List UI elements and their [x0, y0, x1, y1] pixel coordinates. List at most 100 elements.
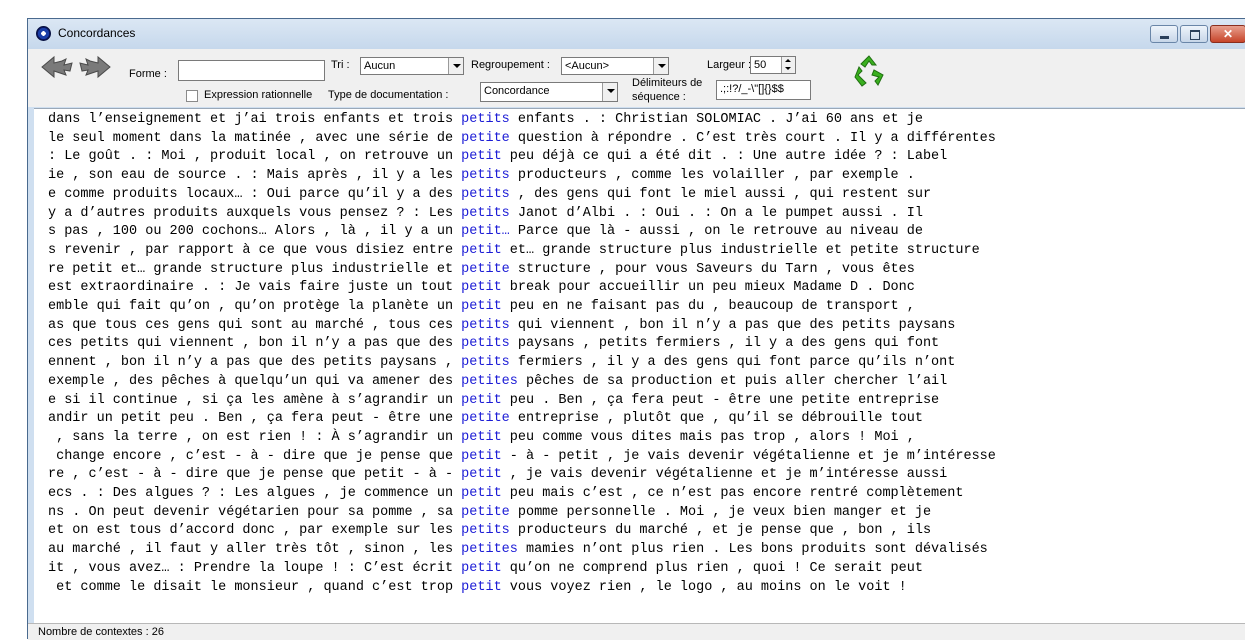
minimize-button[interactable]	[1150, 25, 1178, 43]
concordance-line[interactable]: , sans la terre , on est rien ! : À s’ag…	[48, 429, 915, 446]
right-context: qu’on ne comprend plus rien , quoi ! Ce …	[501, 560, 923, 576]
concordance-line[interactable]: est extraordinaire . : Je vais faire jus…	[48, 279, 915, 296]
concordance-line[interactable]: re petit et… grande structure plus indus…	[48, 261, 915, 278]
forme-input[interactable]	[178, 60, 325, 81]
right-context: peu . Ben , ça fera peut - être une peti…	[501, 392, 940, 408]
right-context: qui viennent , bon il n’y a pas que des …	[509, 317, 956, 333]
back-arrow-icon[interactable]	[40, 53, 74, 81]
concordance-line[interactable]: dans l’enseignement et j’ai trois enfant…	[48, 111, 923, 128]
left-context: est extraordinaire . : Je vais faire jus…	[48, 280, 462, 296]
concordance-line[interactable]: au marché , il faut y aller très tôt , s…	[48, 541, 988, 558]
right-context: Parce que là - aussi , on le retrouve au…	[509, 224, 923, 240]
title-bar[interactable]: Concordances	[28, 19, 1245, 49]
keyword: petites	[461, 373, 518, 389]
right-context: , des gens qui font le miel aussi , qui …	[509, 186, 932, 202]
left-context: exemple , des pêches à quelqu’un qui va …	[48, 373, 462, 389]
right-context: paysans , petits fermiers , il y a des g…	[509, 336, 940, 352]
right-context: mamies n’ont plus rien . Les bons produi…	[517, 542, 988, 558]
tri-select[interactable]: Aucun	[360, 57, 464, 75]
left-context: au marché , il faut y aller très tôt , s…	[48, 542, 462, 558]
concordance-line[interactable]: ns . On peut devenir végétarien pour sa …	[48, 504, 931, 521]
concordance-line[interactable]: exemple , des pêches à quelqu’un qui va …	[48, 373, 947, 390]
doc-type-select-value: Concordance	[484, 85, 550, 97]
concordance-line[interactable]: y a d’autres produits auxquels vous pens…	[48, 205, 923, 222]
right-context: - à - petit , je vais devenir végétalien…	[501, 448, 996, 464]
left-context: et on est tous d’accord donc , par exemp…	[48, 523, 462, 539]
keyword: petite	[461, 411, 510, 427]
keyword: petits	[461, 317, 510, 333]
right-context: pêches de sa production et puis aller ch…	[517, 373, 948, 389]
window-title: Concordances	[58, 26, 136, 40]
concordance-line[interactable]: s revenir , par rapport à ce que vous di…	[48, 242, 980, 259]
maximize-button[interactable]	[1180, 25, 1208, 43]
tri-label: Tri :	[331, 59, 350, 71]
close-button[interactable]	[1210, 25, 1245, 43]
concordance-line[interactable]: : Le goût . : Moi , produit local , on r…	[48, 148, 947, 165]
left-context: , sans la terre , on est rien ! : À s’ag…	[48, 429, 462, 445]
keyword: petits	[461, 205, 510, 221]
concordance-line[interactable]: le seul moment dans la matinée , avec un…	[48, 130, 996, 147]
left-context: dans l’enseignement et j’ai trois enfant…	[48, 112, 462, 127]
right-context: producteurs , comme les volailler , par …	[509, 168, 915, 184]
keyword: petits	[461, 523, 510, 539]
keyword: petit	[461, 448, 502, 464]
right-context: structure , pour vous Saveurs du Tarn , …	[509, 261, 915, 277]
left-context: as que tous ces gens qui sont au marché …	[48, 317, 462, 333]
concordance-line[interactable]: ces petits qui viennent , bon il n’y a p…	[48, 335, 939, 352]
concordance-line[interactable]: e comme produits locaux… : Oui parce qu’…	[48, 186, 931, 203]
right-context: , je vais devenir végétalienne et je m’i…	[501, 467, 948, 483]
left-context: andir un petit peu . Ben , ça fera peut …	[48, 411, 462, 427]
regroupement-select[interactable]: <Aucun>	[561, 57, 669, 75]
concordance-line[interactable]: ecs . : Des algues ? : Les algues , je c…	[48, 485, 963, 502]
regroupement-select-value: <Aucun>	[565, 60, 610, 72]
largeur-value: 50	[754, 59, 767, 71]
left-context: re petit et… grande structure plus indus…	[48, 261, 462, 277]
keyword: petit	[461, 242, 502, 258]
concordance-line[interactable]: s pas , 100 ou 200 cochons… Alors , là ,…	[48, 223, 923, 240]
left-context: ces petits qui viennent , bon il n’y a p…	[48, 336, 462, 352]
concordance-line[interactable]: e si il continue , si ça les amène à s’a…	[48, 392, 939, 409]
concordance-line[interactable]: et comme le disait le monsieur , quand c…	[48, 579, 907, 596]
recycle-icon[interactable]	[850, 53, 888, 89]
right-context: fermiers , il y a des gens qui font parc…	[509, 355, 956, 371]
concordance-results[interactable]: dans l’enseignement et j’ai trois enfant…	[34, 108, 1245, 624]
right-context: entreprise , plutôt que , qu’il se débro…	[509, 411, 923, 427]
concordance-line[interactable]: it , vous avez… : Prendre la loupe ! : C…	[48, 560, 923, 577]
right-context: pomme personnelle . Moi , je veux bien m…	[509, 504, 932, 520]
regex-checkbox[interactable]	[186, 90, 198, 102]
concordance-line[interactable]: ennent , bon il n’y a pas que des petits…	[48, 354, 955, 371]
app-icon	[36, 26, 51, 41]
right-context: peu en ne faisant pas du , beaucoup de t…	[501, 299, 915, 314]
chevron-down-icon	[602, 83, 617, 101]
concordances-window: Concordances Forme : Tri : Aucun Regroup…	[27, 18, 1245, 640]
delimiters-input[interactable]: .;:!?/_-\"[]{}$$	[716, 80, 811, 100]
right-context: Janot d’Albi . : Oui . : On a le pumpet …	[509, 205, 923, 221]
keyword: petits	[461, 336, 510, 352]
largeur-spinner[interactable]: 50	[750, 56, 796, 74]
concordance-line[interactable]: re , c’est - à - dire que je pense que p…	[48, 466, 947, 483]
concordance-line[interactable]: emble qui fait qu’on , qu’on protège la …	[48, 298, 915, 315]
left-context: y a d’autres produits auxquels vous pens…	[48, 205, 462, 221]
concordance-line[interactable]: change encore , c’est - à - dire que je …	[48, 448, 996, 465]
left-context: it , vous avez… : Prendre la loupe ! : C…	[48, 560, 462, 576]
concordance-line[interactable]: andir un petit peu . Ben , ça fera peut …	[48, 410, 923, 427]
left-context: e comme produits locaux… : Oui parce qu’…	[48, 186, 462, 202]
right-context: producteurs du marché , et je pense que …	[509, 523, 932, 539]
right-context: question à répondre . C’est très court .…	[509, 130, 996, 146]
left-context: emble qui fait qu’on , qu’on protège la …	[48, 299, 462, 314]
forward-arrow-icon[interactable]	[78, 53, 112, 81]
keyword: petits	[461, 355, 510, 371]
doc-type-select[interactable]: Concordance	[480, 82, 618, 102]
concordance-line[interactable]: ie , son eau de source . : Mais après , …	[48, 167, 915, 184]
concordance-line[interactable]: as que tous ces gens qui sont au marché …	[48, 317, 955, 334]
spinner-arrows-icon[interactable]	[781, 57, 795, 73]
delim-label-line2: séquence :	[632, 91, 686, 103]
right-context: vous voyez rien , le logo , au moins on …	[501, 579, 907, 595]
left-context: ns . On peut devenir végétarien pour sa …	[48, 504, 462, 520]
left-context: s revenir , par rapport à ce que vous di…	[48, 242, 462, 258]
largeur-label: Largeur :	[707, 59, 752, 71]
concordance-line[interactable]: et on est tous d’accord donc , par exemp…	[48, 522, 931, 539]
left-context: s pas , 100 ou 200 cochons… Alors , là ,…	[48, 224, 462, 240]
toolbar: Forme : Tri : Aucun Regroupement : <Aucu…	[28, 49, 1245, 107]
delim-label-line1: Délimiteurs de	[632, 77, 703, 89]
